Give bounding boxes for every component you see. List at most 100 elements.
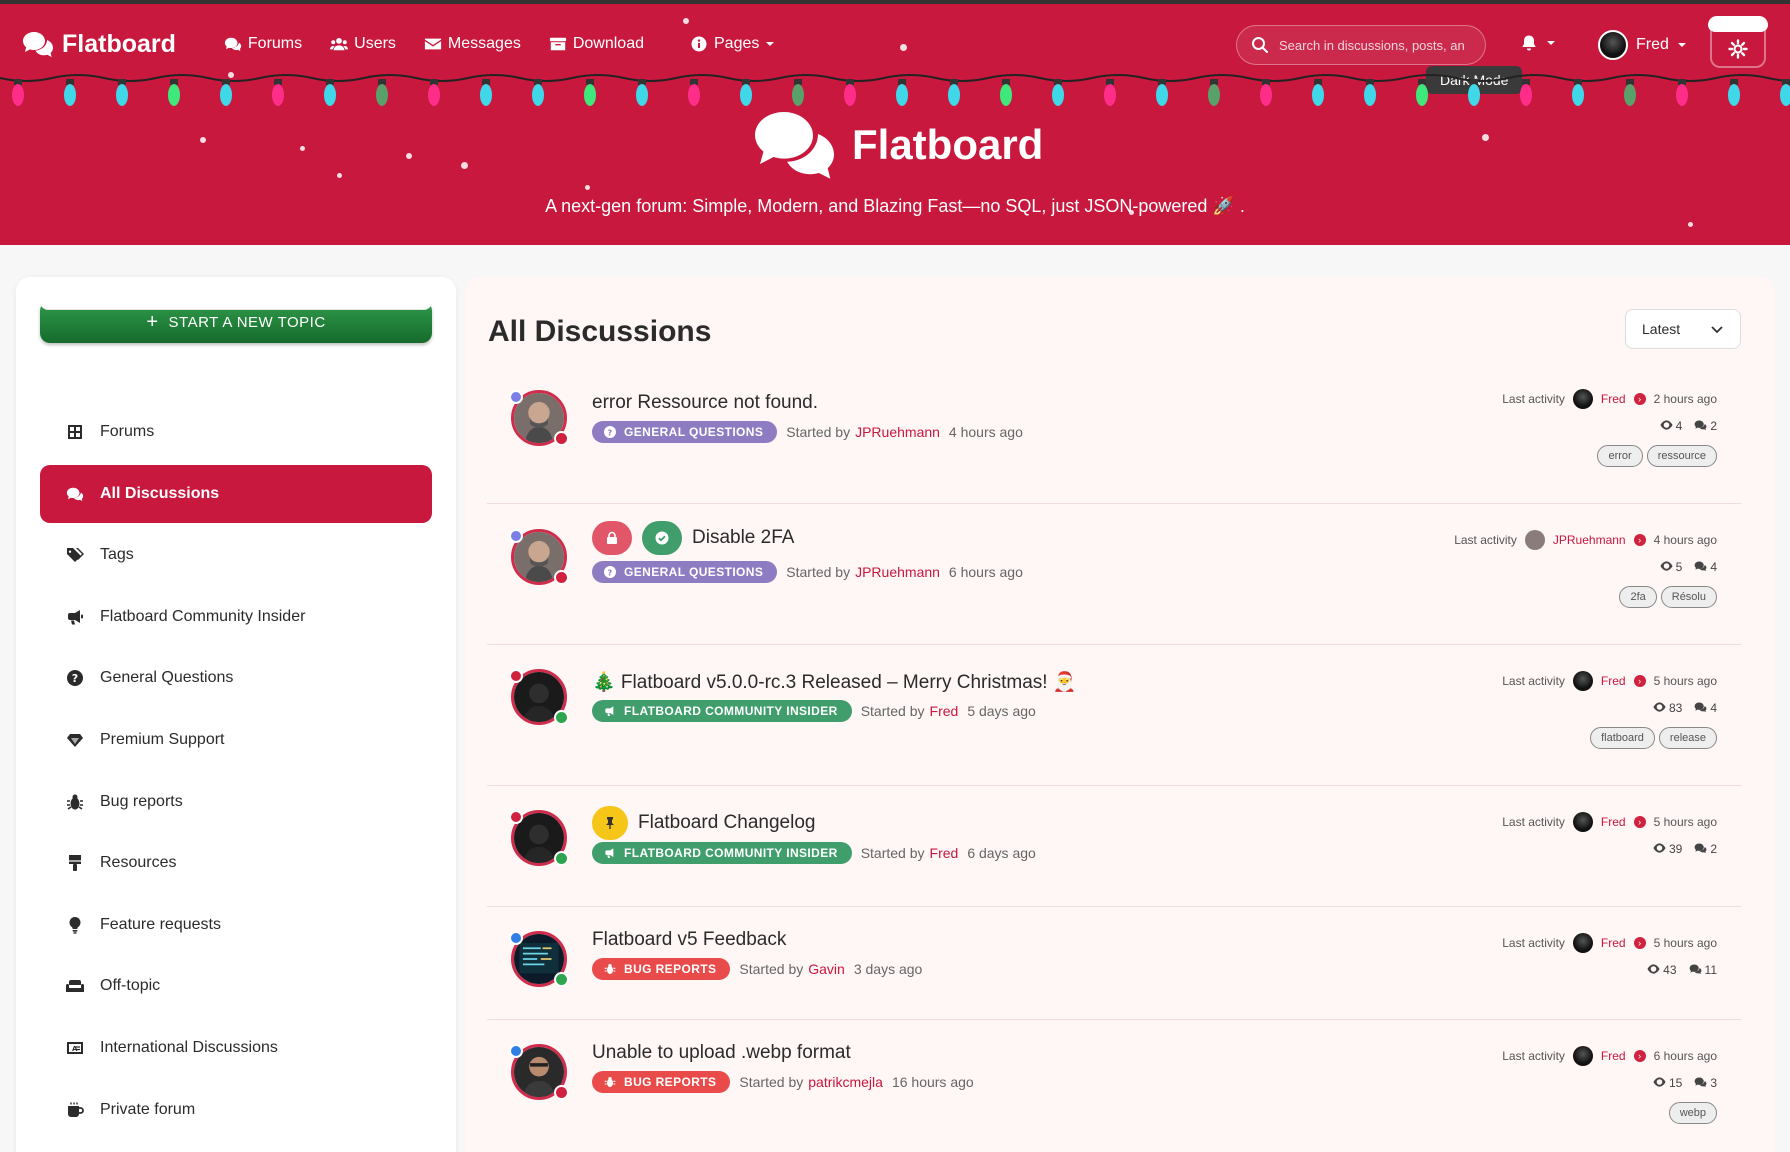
discussion-row[interactable]: Flatboard v5 Feedback BUG REPORTS Starte… — [487, 907, 1741, 1020]
light-bulb — [428, 84, 440, 106]
discussion-meta: BUG REPORTS Started by Gavin 3 days ago — [592, 958, 922, 980]
nav-forums[interactable]: Forums — [212, 29, 314, 59]
author-link[interactable]: Fred — [930, 845, 959, 861]
tag-chip[interactable]: Résolu — [1660, 586, 1717, 608]
brand-logo[interactable]: Flatboard — [22, 30, 176, 59]
theme-toggle-button[interactable] — [1708, 16, 1768, 68]
sidebar-item-community-insider[interactable]: Flatboard Community Insider — [40, 588, 432, 646]
bell-icon — [1522, 35, 1536, 51]
tag-chip[interactable]: webp — [1668, 1102, 1717, 1124]
sidebar-item-premium-support[interactable]: Premium Support — [40, 711, 432, 769]
question-icon: ? — [604, 566, 616, 578]
sidebar-item-forums[interactable]: Forums — [40, 403, 432, 461]
category-badge[interactable]: BUG REPORTS — [592, 958, 731, 980]
sidebar-item-general-questions[interactable]: ? General Questions — [40, 649, 432, 707]
pin-icon — [606, 817, 614, 829]
search-box[interactable] — [1236, 25, 1486, 65]
sidebar-item-resources[interactable]: Resources — [40, 834, 432, 892]
started-time: 4 hours ago — [948, 424, 1023, 440]
check-circle-icon — [655, 531, 669, 545]
sidebar-item-feature-requests[interactable]: Feature requests — [40, 896, 432, 954]
last-user-link[interactable]: JPRuehmann — [1553, 533, 1626, 547]
category-badge[interactable]: FLATBOARD COMMUNITY INSIDER — [592, 842, 852, 864]
nav-messages[interactable]: Messages — [412, 29, 533, 59]
discussion-title[interactable]: Flatboard Changelog — [592, 806, 815, 840]
light-bulb — [480, 84, 492, 106]
tag-chip[interactable]: error — [1597, 445, 1643, 467]
gem-icon — [67, 733, 83, 747]
started-by-label: Started by — [786, 424, 851, 440]
category-badge[interactable]: ? GENERAL QUESTIONS — [592, 421, 778, 443]
search-input[interactable] — [1279, 37, 1469, 53]
last-user-link[interactable]: Fred — [1601, 815, 1626, 829]
nav-download[interactable]: Download — [537, 29, 656, 59]
category-badge[interactable]: ? GENERAL QUESTIONS — [592, 561, 778, 583]
last-user-link[interactable]: Fred — [1601, 674, 1626, 688]
last-activity-label: Last activity — [1502, 674, 1565, 688]
light-bulb — [1052, 84, 1064, 106]
last-user-link[interactable]: Fred — [1601, 1049, 1626, 1063]
discussion-meta: ? GENERAL QUESTIONS Started by JPRuehman… — [592, 421, 1023, 443]
discussion-stats: Last activity Fred › 6 hours ago 15 3 we… — [1502, 1046, 1717, 1124]
arrow-right-icon: › — [1633, 534, 1646, 546]
last-user-link[interactable]: Fred — [1601, 392, 1626, 406]
discussion-title[interactable]: Flatboard v5 Feedback — [592, 929, 786, 951]
sidebar-item-tags[interactable]: Tags — [40, 526, 432, 584]
discussion-title[interactable]: Unable to upload .webp format — [592, 1042, 851, 1064]
sidebar-item-private-forum[interactable]: Private forum — [40, 1081, 432, 1139]
tag-chip[interactable]: ressource — [1646, 445, 1717, 467]
bug-icon — [604, 1077, 616, 1087]
nav-messages-label: Messages — [447, 35, 521, 52]
light-bulb — [1364, 84, 1376, 106]
sidebar-item-label: Feature requests — [100, 915, 221, 933]
nav-users[interactable]: Users — [318, 29, 408, 59]
category-badge[interactable]: BUG REPORTS — [592, 1071, 731, 1093]
discussion-row[interactable]: Disable 2FA ? GENERAL QUESTIONS Started … — [487, 504, 1741, 645]
comments-icon — [66, 487, 84, 501]
discussion-meta: FLATBOARD COMMUNITY INSIDER Started by F… — [592, 842, 1036, 864]
nav-pages-dropdown[interactable]: Pages — [678, 29, 787, 59]
solved-badge — [642, 521, 682, 555]
tag-chip[interactable]: flatboard — [1590, 727, 1655, 749]
author-link[interactable]: JPRuehmann — [855, 564, 940, 580]
category-badge[interactable]: FLATBOARD COMMUNITY INSIDER — [592, 700, 852, 722]
views-count: 83 — [1653, 701, 1682, 715]
author-link[interactable]: patrikcmejla — [808, 1074, 883, 1090]
light-bulb — [636, 84, 648, 106]
language-icon: A — [67, 1041, 83, 1054]
sidebar-item-international-discussions[interactable]: A International Discussions — [40, 1019, 432, 1077]
sidebar-item-bug-reports[interactable]: Bug reports — [40, 773, 432, 831]
sidebar-item-all-discussions[interactable]: All Discussions — [40, 464, 432, 523]
last-activity-label: Last activity — [1502, 815, 1565, 829]
tag-list: flatboard release — [1502, 727, 1717, 749]
role-badge — [509, 931, 523, 945]
discussion-title[interactable]: 🎄 Flatboard v5.0.0-rc.3 Released – Merry… — [592, 670, 1076, 694]
discussion-row[interactable]: error Ressource not found. ? GENERAL QUE… — [487, 367, 1741, 504]
gear-icon — [1728, 39, 1748, 59]
discussion-title[interactable]: error Ressource not found. — [592, 392, 818, 414]
started-by-label: Started by — [860, 703, 925, 719]
notifications-button[interactable] — [1520, 34, 1556, 52]
started-time: 3 days ago — [853, 961, 923, 977]
brand-name: Flatboard — [62, 29, 176, 58]
last-user-link[interactable]: Fred — [1601, 936, 1626, 950]
comments-icon — [1694, 561, 1707, 572]
comments-icon — [1694, 843, 1707, 854]
discussion-row[interactable]: Flatboard Changelog FLATBOARD COMMUNITY … — [487, 786, 1741, 907]
status-online-dot — [554, 710, 569, 725]
sidebar-item-off-topic[interactable]: Off-topic — [40, 957, 432, 1015]
discussion-row[interactable]: Unable to upload .webp format BUG REPORT… — [487, 1020, 1741, 1150]
author-link[interactable]: JPRuehmann — [855, 424, 940, 440]
author-link[interactable]: Fred — [930, 703, 959, 719]
started-by-label: Started by — [786, 564, 851, 580]
discussion-row[interactable]: 🎄 Flatboard v5.0.0-rc.3 Released – Merry… — [487, 645, 1741, 786]
author-link[interactable]: Gavin — [808, 961, 845, 977]
last-activity-time: 5 hours ago — [1653, 936, 1717, 950]
start-new-topic-button[interactable]: + START A NEW TOPIC — [40, 295, 432, 343]
svg-text:?: ? — [72, 672, 78, 685]
discussion-title[interactable]: Disable 2FA — [592, 521, 794, 555]
tag-chip[interactable]: release — [1658, 727, 1717, 749]
user-menu[interactable]: Fred — [1598, 30, 1687, 60]
tag-chip[interactable]: 2fa — [1619, 586, 1657, 608]
sort-select[interactable]: Latest — [1625, 309, 1741, 349]
